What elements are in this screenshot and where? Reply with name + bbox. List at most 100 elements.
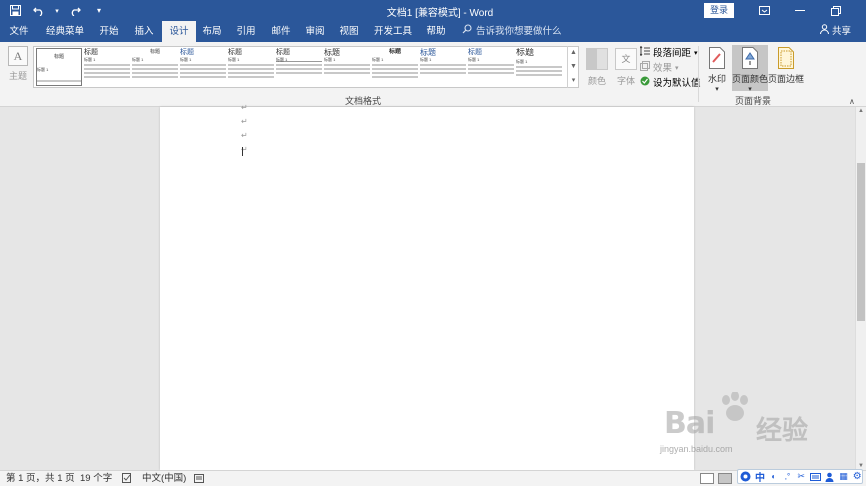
page-color-button[interactable]: 页面颜色 ▾ <box>732 45 768 93</box>
paragraph-mark: ↵ <box>241 131 248 140</box>
colors-icon <box>586 48 608 70</box>
tab-help[interactable]: 帮助 <box>420 21 452 42</box>
style-set-item[interactable]: 标题 标题 1 <box>180 48 226 86</box>
tab-insert[interactable]: 插入 <box>126 21 162 42</box>
share-button[interactable]: 共享 <box>820 21 851 42</box>
paragraph-mark: ↵ <box>241 117 248 126</box>
window-controls <box>746 0 854 21</box>
skin-icon[interactable]: ▦ <box>839 471 849 482</box>
colors-button[interactable]: 颜色 <box>583 46 611 90</box>
language-indicator[interactable]: 中文(中国) <box>142 473 186 485</box>
scissors-icon[interactable]: ✂ <box>796 471 806 482</box>
watermark-button[interactable]: 水印 ▾ <box>702 45 732 93</box>
tab-references[interactable]: 引用 <box>228 21 264 42</box>
half-width-icon[interactable]: ◐ <box>769 471 779 482</box>
tab-developer[interactable]: 开发工具 <box>366 21 420 42</box>
macro-record-icon[interactable] <box>194 473 204 485</box>
login-button[interactable]: 登录 <box>704 3 734 18</box>
style-set-item[interactable]: 标题 标题 1 <box>324 48 370 86</box>
fonts-icon: 文 <box>615 48 637 70</box>
tab-mailings[interactable]: 邮件 <box>264 21 298 42</box>
page-count[interactable]: 第 1 页，共 1 页 <box>6 473 75 485</box>
fonts-button[interactable]: 文 字体 <box>612 46 640 90</box>
gallery-up-icon[interactable]: ▲ <box>568 46 579 60</box>
fonts-label: 字体 <box>616 76 635 86</box>
group-separator <box>698 46 699 102</box>
share-label: 共享 <box>832 26 852 37</box>
restore-icon[interactable] <box>818 0 854 21</box>
gallery-scroll: ▲ ▼ ▾ <box>567 46 579 88</box>
save-icon[interactable] <box>6 2 24 19</box>
chevron-down-icon: ▾ <box>675 65 679 72</box>
style-set-item[interactable]: 标题 标题 1 <box>516 48 562 86</box>
chevron-down-icon: ▾ <box>694 50 698 57</box>
tab-review[interactable]: 审阅 <box>298 21 332 42</box>
undo-icon[interactable] <box>30 2 48 19</box>
document-canvas: ↵ ↵ ↵ ↵ <box>0 103 855 470</box>
style-set-item[interactable]: 标题 标题 1 <box>372 48 418 86</box>
document-title: 文档1 [兼容模式] - Word <box>386 8 494 19</box>
quick-access-toolbar: ▾ ▾ <box>6 2 108 19</box>
ime-toolbar: 中 ◐ ,° ✂ ▦ ⚙ <box>737 469 863 484</box>
tab-home[interactable]: 开始 <box>92 21 126 42</box>
print-layout-icon[interactable] <box>718 473 732 484</box>
keyboard-icon[interactable] <box>810 471 822 482</box>
style-set-item[interactable]: 标题 标题 1 <box>132 48 178 86</box>
effects-button[interactable]: 效果 ▾ <box>640 61 701 76</box>
paragraph-spacing-icon <box>639 45 650 61</box>
tab-layout[interactable]: 布局 <box>196 21 228 42</box>
punctuation-icon[interactable]: ,° <box>783 471 793 482</box>
proofing-icon[interactable] <box>122 473 132 485</box>
checkmark-icon <box>640 76 650 91</box>
paragraph-mark: ↵ <box>241 103 248 112</box>
style-set-item[interactable]: 标题 标题 1 <box>276 48 322 86</box>
search-icon <box>462 21 472 42</box>
tab-file[interactable]: 文件 <box>0 21 38 42</box>
scroll-thumb[interactable] <box>857 163 865 321</box>
style-set-item[interactable]: 标题 标题 1 <box>84 48 130 86</box>
tab-classic-menu[interactable]: 经典菜单 <box>38 21 92 42</box>
paragraph-spacing-button[interactable]: 段落间距 ▾ <box>639 45 701 61</box>
chevron-down-icon: ▾ <box>715 86 719 93</box>
gallery-down-icon[interactable]: ▼ <box>568 60 579 74</box>
style-set-item[interactable]: 标题 标题 1 <box>228 48 274 86</box>
minimize-icon[interactable] <box>782 0 818 21</box>
chevron-down-icon: ▾ <box>748 86 752 93</box>
group-label-page-background: 页面背景 <box>734 96 771 106</box>
tab-design[interactable]: 设计 <box>162 21 196 42</box>
gallery-more-icon[interactable]: ▾ <box>568 74 579 88</box>
undo-dropdown-icon[interactable]: ▾ <box>54 2 60 19</box>
group-label-doc-format: 文档格式 <box>344 96 381 106</box>
page-color-icon <box>741 47 759 69</box>
tab-view[interactable]: 视图 <box>332 21 366 42</box>
text-cursor <box>242 147 243 156</box>
person-icon <box>820 21 829 42</box>
style-set-item[interactable]: 标题 标题 1 <box>36 48 82 86</box>
set-default-button[interactable]: 设为默认值 <box>640 76 701 91</box>
page-border-icon <box>777 47 795 69</box>
themes-label: 主题 <box>8 71 27 81</box>
style-set-gallery: 标题 标题 1 标题 标题 1 标题 标题 1 标题 标题 1 标题 标题 1 … <box>33 46 579 88</box>
ribbon-tab-bar: 文件 经典菜单 开始 插入 设计 布局 引用 邮件 审阅 视图 开发工具 帮助 … <box>0 21 866 42</box>
format-options: 段落间距 ▾ 效果 ▾ 设为默认值 <box>639 45 701 91</box>
ribbon-display-options-icon[interactable] <box>746 0 782 21</box>
scroll-up-icon[interactable]: ▲ <box>856 107 866 115</box>
watermark-icon <box>708 47 726 69</box>
read-mode-icon[interactable] <box>700 473 714 484</box>
tell-me-box[interactable]: 告诉我你想要做什么 <box>462 21 562 42</box>
word-count[interactable]: 19 个字 <box>80 473 112 485</box>
ime-mode[interactable]: 中 <box>755 469 765 484</box>
style-set-item[interactable]: 标题 标题 1 <box>468 48 514 86</box>
gear-icon[interactable]: ⚙ <box>852 471 862 482</box>
style-set-item[interactable]: 标题 标题 1 <box>420 48 466 86</box>
collapse-ribbon-icon[interactable]: ∧ <box>849 97 855 106</box>
themes-button[interactable]: A 主题 <box>4 46 32 90</box>
ime-logo-icon[interactable] <box>740 471 751 482</box>
redo-icon[interactable] <box>66 2 84 19</box>
vertical-scrollbar[interactable]: ▲ ▼ <box>855 107 866 470</box>
page-border-button[interactable]: 页面边框 <box>768 45 804 91</box>
user-icon[interactable] <box>825 471 835 482</box>
customize-qat-icon[interactable]: ▾ <box>90 2 108 19</box>
title-bar: ▾ ▾ 文档1 [兼容模式] - Word 登录 <box>0 0 866 21</box>
document-page[interactable]: ↵ ↵ ↵ ↵ <box>160 103 694 470</box>
